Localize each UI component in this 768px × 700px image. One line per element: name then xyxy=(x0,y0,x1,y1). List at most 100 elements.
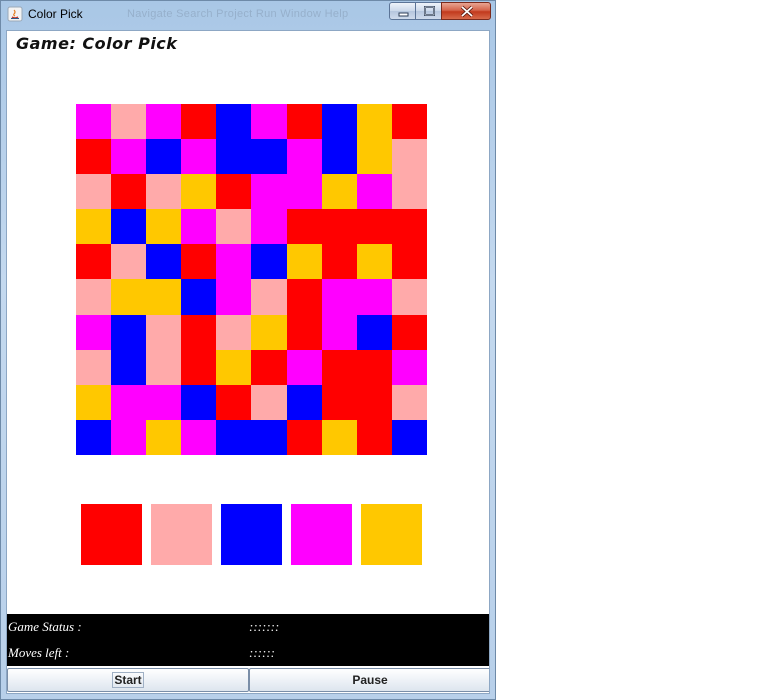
minimize-button[interactable] xyxy=(389,2,416,20)
grid-cell[interactable] xyxy=(216,174,252,210)
grid-cell[interactable] xyxy=(356,419,392,455)
grid-cell[interactable] xyxy=(181,314,217,350)
grid-cell[interactable] xyxy=(111,244,147,280)
grid-cell[interactable] xyxy=(286,384,322,420)
grid-cell[interactable] xyxy=(391,139,427,175)
grid-cell[interactable] xyxy=(356,209,392,245)
grid-cell[interactable] xyxy=(251,314,287,350)
start-button[interactable]: Start xyxy=(7,668,249,692)
maximize-button[interactable] xyxy=(415,2,442,20)
grid-cell[interactable] xyxy=(146,209,182,245)
grid-cell[interactable] xyxy=(111,314,147,350)
grid-cell[interactable] xyxy=(76,349,112,385)
grid-cell[interactable] xyxy=(146,279,182,315)
grid-cell[interactable] xyxy=(216,139,252,175)
grid-cell[interactable] xyxy=(111,174,147,210)
grid-cell[interactable] xyxy=(216,314,252,350)
pause-button[interactable]: Pause xyxy=(249,668,489,692)
grid-cell[interactable] xyxy=(216,419,252,455)
grid-cell[interactable] xyxy=(76,279,112,315)
grid-cell[interactable] xyxy=(111,279,147,315)
grid-cell[interactable] xyxy=(356,384,392,420)
title-bar[interactable]: Color Pick Navigate Search Project Run W… xyxy=(1,1,495,28)
grid-cell[interactable] xyxy=(286,139,322,175)
grid-cell[interactable] xyxy=(391,209,427,245)
close-button[interactable] xyxy=(441,2,491,20)
color-swatch-red[interactable] xyxy=(81,504,142,565)
grid-cell[interactable] xyxy=(321,279,357,315)
grid-cell[interactable] xyxy=(146,384,182,420)
grid-cell[interactable] xyxy=(216,384,252,420)
grid-cell[interactable] xyxy=(146,104,182,140)
color-swatch-blue[interactable] xyxy=(221,504,282,565)
grid-cell[interactable] xyxy=(321,104,357,140)
grid-cell[interactable] xyxy=(216,104,252,140)
grid-cell[interactable] xyxy=(76,139,112,175)
grid-cell[interactable] xyxy=(356,104,392,140)
color-swatch-magenta[interactable] xyxy=(291,504,352,565)
grid-cell[interactable] xyxy=(321,209,357,245)
grid-cell[interactable] xyxy=(391,384,427,420)
color-swatch-pink[interactable] xyxy=(151,504,212,565)
grid-cell[interactable] xyxy=(146,174,182,210)
color-grid[interactable] xyxy=(76,104,427,455)
grid-cell[interactable] xyxy=(111,384,147,420)
grid-cell[interactable] xyxy=(391,314,427,350)
grid-cell[interactable] xyxy=(181,139,217,175)
grid-cell[interactable] xyxy=(216,349,252,385)
grid-cell[interactable] xyxy=(286,419,322,455)
grid-cell[interactable] xyxy=(321,139,357,175)
grid-cell[interactable] xyxy=(216,209,252,245)
grid-cell[interactable] xyxy=(356,314,392,350)
grid-cell[interactable] xyxy=(286,174,322,210)
grid-cell[interactable] xyxy=(251,174,287,210)
grid-cell[interactable] xyxy=(76,419,112,455)
grid-cell[interactable] xyxy=(216,279,252,315)
color-swatch-yellow[interactable] xyxy=(361,504,422,565)
grid-cell[interactable] xyxy=(146,419,182,455)
grid-cell[interactable] xyxy=(321,349,357,385)
grid-cell[interactable] xyxy=(321,314,357,350)
grid-cell[interactable] xyxy=(356,279,392,315)
grid-cell[interactable] xyxy=(146,244,182,280)
grid-cell[interactable] xyxy=(111,419,147,455)
grid-cell[interactable] xyxy=(251,384,287,420)
grid-cell[interactable] xyxy=(181,349,217,385)
grid-cell[interactable] xyxy=(76,174,112,210)
grid-cell[interactable] xyxy=(321,174,357,210)
grid-cell[interactable] xyxy=(181,104,217,140)
grid-cell[interactable] xyxy=(251,139,287,175)
grid-cell[interactable] xyxy=(286,244,322,280)
grid-cell[interactable] xyxy=(76,384,112,420)
grid-cell[interactable] xyxy=(321,244,357,280)
grid-cell[interactable] xyxy=(391,174,427,210)
grid-cell[interactable] xyxy=(286,349,322,385)
grid-cell[interactable] xyxy=(146,314,182,350)
grid-cell[interactable] xyxy=(181,174,217,210)
grid-cell[interactable] xyxy=(146,139,182,175)
grid-cell[interactable] xyxy=(391,104,427,140)
grid-cell[interactable] xyxy=(356,349,392,385)
grid-cell[interactable] xyxy=(251,419,287,455)
grid-cell[interactable] xyxy=(251,349,287,385)
grid-cell[interactable] xyxy=(251,104,287,140)
grid-cell[interactable] xyxy=(76,104,112,140)
grid-cell[interactable] xyxy=(181,419,217,455)
grid-cell[interactable] xyxy=(111,209,147,245)
grid-cell[interactable] xyxy=(286,104,322,140)
grid-cell[interactable] xyxy=(286,279,322,315)
grid-cell[interactable] xyxy=(181,279,217,315)
grid-cell[interactable] xyxy=(286,314,322,350)
grid-cell[interactable] xyxy=(356,139,392,175)
grid-cell[interactable] xyxy=(251,209,287,245)
grid-cell[interactable] xyxy=(391,349,427,385)
grid-cell[interactable] xyxy=(286,209,322,245)
grid-cell[interactable] xyxy=(181,244,217,280)
grid-cell[interactable] xyxy=(321,384,357,420)
grid-cell[interactable] xyxy=(76,314,112,350)
grid-cell[interactable] xyxy=(216,244,252,280)
grid-cell[interactable] xyxy=(111,104,147,140)
grid-cell[interactable] xyxy=(251,279,287,315)
grid-cell[interactable] xyxy=(356,174,392,210)
grid-cell[interactable] xyxy=(76,244,112,280)
